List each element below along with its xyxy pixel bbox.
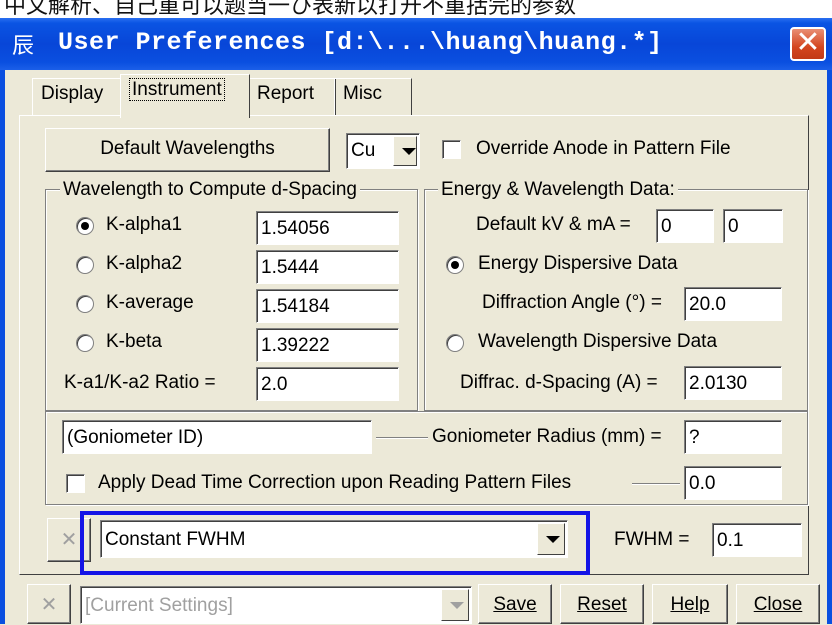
k-beta-label: K-beta xyxy=(106,331,162,352)
d-spacing-value: 2.0130 xyxy=(689,373,748,394)
goniometer-radius-value: ? xyxy=(689,427,700,448)
anode-dropdown-arrow-icon[interactable] xyxy=(393,136,417,166)
tab-report-label: Report xyxy=(257,83,315,104)
k-alpha2-value: 1.5444 xyxy=(261,257,320,278)
tab-misc[interactable]: Misc xyxy=(334,78,412,116)
kv-ma-label: Default kV & mA = xyxy=(476,214,631,235)
reset-label: Reset xyxy=(577,594,627,615)
top-caption-strip: 中文解析、自己重可以题当一ひ表新以打开不重括完的参数 xyxy=(0,0,832,18)
default-wavelengths-label: Default Wavelengths xyxy=(100,138,275,159)
k-alpha1-label: K-alpha1 xyxy=(106,214,183,235)
radio-energy-dispersive[interactable] xyxy=(446,256,464,274)
kv-field[interactable]: 0 xyxy=(656,209,714,243)
goniometer-divider xyxy=(376,437,428,439)
fwhm-value: 0.1 xyxy=(717,530,744,551)
settings-dropdown-arrow-icon[interactable] xyxy=(441,589,469,621)
settings-value: [Current Settings] xyxy=(85,595,233,616)
tab-report[interactable]: Report xyxy=(248,78,336,116)
dead-time-checkbox[interactable] xyxy=(66,474,85,493)
k-beta-value: 1.39222 xyxy=(261,335,330,356)
close-button[interactable]: Close xyxy=(736,584,820,624)
close-label: Close xyxy=(753,594,803,615)
highlight-annotation-box xyxy=(80,511,590,575)
kv-value: 0 xyxy=(661,216,672,237)
dead-time-value: 0.0 xyxy=(689,473,716,494)
ratio-label: K-a1/K-a2 Ratio = xyxy=(64,372,216,393)
override-anode-checkbox[interactable] xyxy=(442,140,461,159)
anode-select[interactable]: Cu xyxy=(346,133,420,169)
help-button[interactable]: Help xyxy=(652,584,728,624)
goniometer-radius-label: Goniometer Radius (mm) = xyxy=(432,426,662,447)
k-beta-field[interactable]: 1.39222 xyxy=(256,328,399,362)
diffraction-angle-value: 20.0 xyxy=(689,294,726,315)
help-label: Help xyxy=(670,594,710,615)
window-title: User Preferences [d:\...\huang\huang.*] xyxy=(58,28,663,57)
k-alpha1-value: 1.54056 xyxy=(261,218,330,239)
diffraction-angle-label: Diffraction Angle (°) = xyxy=(482,292,662,313)
fwhm-label: FWHM = xyxy=(614,529,690,550)
k-average-value: 1.54184 xyxy=(261,296,330,317)
ma-field[interactable]: 0 xyxy=(723,209,783,243)
energy-group-legend: Energy & Wavelength Data: xyxy=(438,179,678,201)
tab-instrument-label: Instrument xyxy=(129,78,225,101)
tab-display-label: Display xyxy=(41,83,104,104)
radio-k-average[interactable] xyxy=(76,295,94,313)
d-spacing-label: Diffrac. d-Spacing (A) = xyxy=(460,372,658,393)
settings-delete-x-icon: ✕ xyxy=(40,594,58,616)
k-alpha1-field[interactable]: 1.54056 xyxy=(256,211,399,245)
k-alpha2-field[interactable]: 1.5444 xyxy=(256,250,399,284)
ma-value: 0 xyxy=(728,216,739,237)
title-bar: ⾠ User Preferences [d:\...\huang\huang.*… xyxy=(0,18,832,70)
fwhm-delete-x-icon: ✕ xyxy=(60,529,78,551)
k-alpha2-label: K-alpha2 xyxy=(106,253,183,274)
k-average-label: K-average xyxy=(106,292,194,313)
caption-text: 中文解析、自己重可以题当一ひ表新以打开不重括完的参数 xyxy=(4,0,577,18)
diffraction-angle-field[interactable]: 20.0 xyxy=(684,287,782,321)
reset-button[interactable]: Reset xyxy=(560,584,644,624)
wavelength-group-legend: Wavelength to Compute d-Spacing xyxy=(60,179,360,201)
goniometer-radius-field[interactable]: ? xyxy=(684,420,782,454)
window-frame-left xyxy=(0,70,5,624)
tab-display[interactable]: Display xyxy=(32,78,122,116)
dead-time-divider xyxy=(632,483,680,485)
radio-k-alpha1[interactable] xyxy=(76,217,94,235)
settings-select[interactable]: [Current Settings] xyxy=(80,586,472,624)
save-button[interactable]: Save xyxy=(478,584,552,624)
wavelength-dispersive-label: Wavelength Dispersive Data xyxy=(478,331,718,352)
tab-instrument[interactable]: Instrument xyxy=(120,74,250,118)
goniometer-id-field[interactable]: (Goniometer ID) xyxy=(62,420,372,454)
radio-k-beta[interactable] xyxy=(76,334,94,352)
default-wavelengths-button[interactable]: Default Wavelengths xyxy=(45,128,330,172)
radio-wavelength-dispersive[interactable] xyxy=(446,334,464,352)
ratio-field[interactable]: 2.0 xyxy=(256,367,399,401)
d-spacing-field[interactable]: 2.0130 xyxy=(684,366,782,400)
tab-misc-label: Misc xyxy=(343,83,383,104)
fwhm-field[interactable]: 0.1 xyxy=(712,523,802,557)
settings-delete-button[interactable]: ✕ xyxy=(27,584,71,624)
dead-time-field[interactable]: 0.0 xyxy=(684,466,782,500)
app-icon: ⾠ xyxy=(12,34,35,59)
k-average-field[interactable]: 1.54184 xyxy=(256,289,399,323)
window-frame-right xyxy=(827,70,832,624)
override-anode-label: Override Anode in Pattern File xyxy=(476,138,731,159)
goniometer-id-value: (Goniometer ID) xyxy=(67,427,204,448)
save-label: Save xyxy=(493,594,537,615)
close-window-button[interactable]: ✕ xyxy=(790,27,826,61)
radio-k-alpha2[interactable] xyxy=(76,256,94,274)
ratio-value: 2.0 xyxy=(261,374,288,395)
dead-time-label: Apply Dead Time Correction upon Reading … xyxy=(98,472,572,493)
energy-dispersive-label: Energy Dispersive Data xyxy=(478,253,678,274)
